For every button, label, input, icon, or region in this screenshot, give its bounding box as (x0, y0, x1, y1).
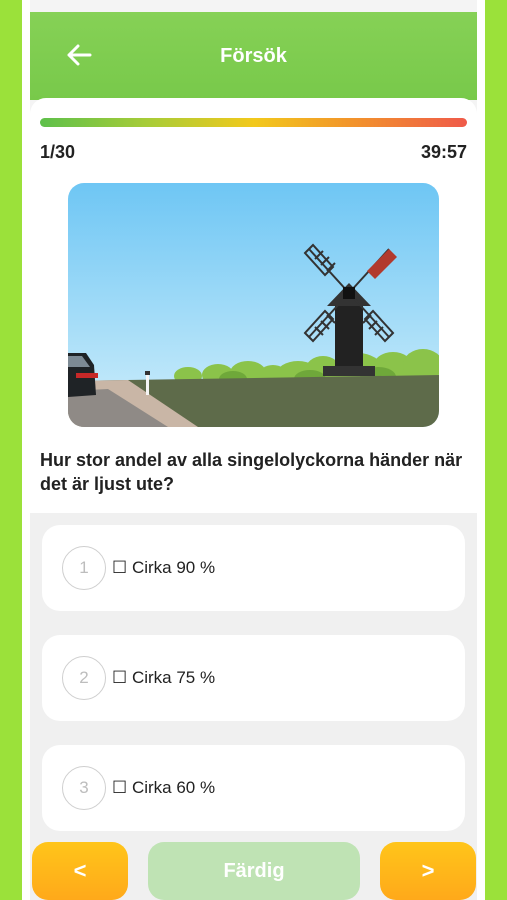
top-bar: Försök (30, 12, 477, 100)
question-text: Hur stor andel av alla singelolyckorna h… (40, 450, 463, 494)
question-illustration (68, 183, 439, 427)
arrow-left-icon (67, 44, 92, 66)
timer: 39:57 (420, 142, 467, 162)
frame-left (22, 0, 30, 900)
answer-option-2[interactable]: 2 ☐ Cirka 75 % (42, 635, 465, 721)
option-label: ☐ Cirka 75 % (112, 668, 216, 687)
app-screen: Försök 1/30 39:57 Hur stor andel av alla… (30, 0, 477, 900)
option-number: 3 (62, 766, 106, 810)
option-number: 1 (62, 546, 106, 590)
previous-button[interactable]: < (32, 842, 128, 900)
option-number: 2 (62, 656, 106, 700)
quiz-content: 1/30 39:57 Hur stor andel av alla singel… (30, 98, 477, 900)
option-label: ☐ Cirka 90 % (112, 558, 216, 577)
next-button[interactable]: > (380, 842, 476, 900)
progress-bar (40, 118, 467, 127)
bottom-nav: < Färdig > (30, 842, 477, 900)
status-row: 1/30 39:57 (40, 142, 467, 163)
option-label: ☐ Cirka 60 % (112, 778, 216, 797)
answer-option-3[interactable]: 3 ☐ Cirka 60 % (42, 745, 465, 831)
frame-right (477, 0, 485, 900)
page-title: Försök (220, 44, 287, 67)
answer-option-1[interactable]: 1 ☐ Cirka 90 % (42, 525, 465, 611)
finish-button[interactable]: Färdig (148, 842, 360, 900)
back-button[interactable] (64, 40, 94, 70)
question-counter: 1/30 (40, 142, 76, 162)
